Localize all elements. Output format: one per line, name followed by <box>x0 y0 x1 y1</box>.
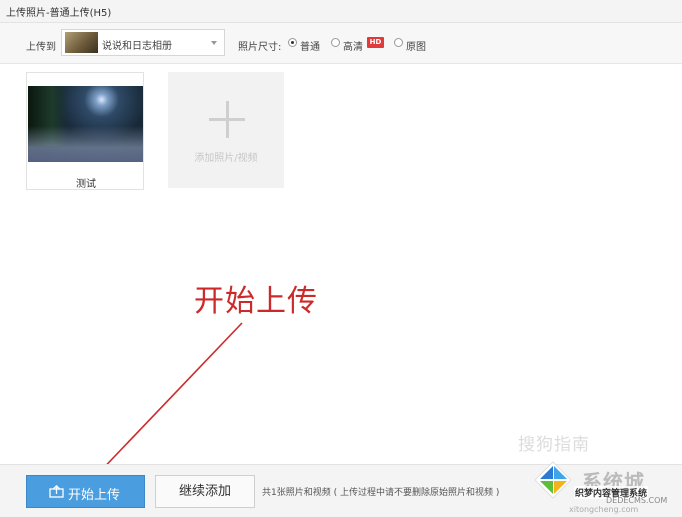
size-hd-label[interactable]: 高清 <box>343 38 363 53</box>
photo-thumbnail <box>28 86 143 162</box>
photo-item[interactable]: 测试 <box>26 72 144 190</box>
add-photo-video-tile[interactable]: 添加照片/视频 <box>168 72 284 188</box>
windows-logo-icon <box>534 461 572 499</box>
domain-watermark: xitongcheng.com <box>569 505 639 514</box>
upload-options-toolbar: 上传到 说说和日志相册 照片尺寸: 普通 高清 HD 原图 <box>0 23 682 64</box>
size-hd-radio[interactable] <box>331 38 340 47</box>
dedecms-watermark: DEDECMS.COM <box>606 496 668 505</box>
sogou-watermark: 搜狗指南 <box>518 435 590 455</box>
window-title-bar: 上传照片-普通上传(H5) <box>0 0 682 23</box>
start-upload-label: 开始上传 <box>68 488 121 503</box>
album-name: 说说和日志相册 <box>102 41 172 52</box>
add-photo-video-label: 添加照片/视频 <box>194 153 258 164</box>
annotation-label: 开始上传 <box>194 284 318 319</box>
size-normal-radio[interactable] <box>288 38 297 47</box>
photo-size-label: 照片尺寸: <box>238 42 282 53</box>
upload-to-label: 上传到 <box>26 42 56 53</box>
plus-icon-vertical <box>226 101 229 138</box>
hd-badge: HD <box>367 37 384 48</box>
start-upload-button[interactable]: 开始上传 <box>26 475 145 508</box>
continue-add-button[interactable]: 继续添加 <box>155 475 255 508</box>
window-title: 上传照片-普通上传(H5) <box>6 8 112 19</box>
size-normal-label[interactable]: 普通 <box>300 38 320 53</box>
chevron-down-icon <box>211 41 217 45</box>
photo-fog <box>28 126 143 162</box>
album-thumbnail <box>65 32 98 53</box>
photo-caption: 测试 <box>76 179 96 190</box>
size-original-label[interactable]: 原图 <box>406 38 426 53</box>
upload-info-text: 共1张照片和视频 ( 上传过程中请不要删除原始照片和视频 ) <box>262 488 500 498</box>
album-select[interactable]: 说说和日志相册 <box>61 29 225 56</box>
upload-icon <box>49 485 64 498</box>
size-original-radio[interactable] <box>394 38 403 47</box>
